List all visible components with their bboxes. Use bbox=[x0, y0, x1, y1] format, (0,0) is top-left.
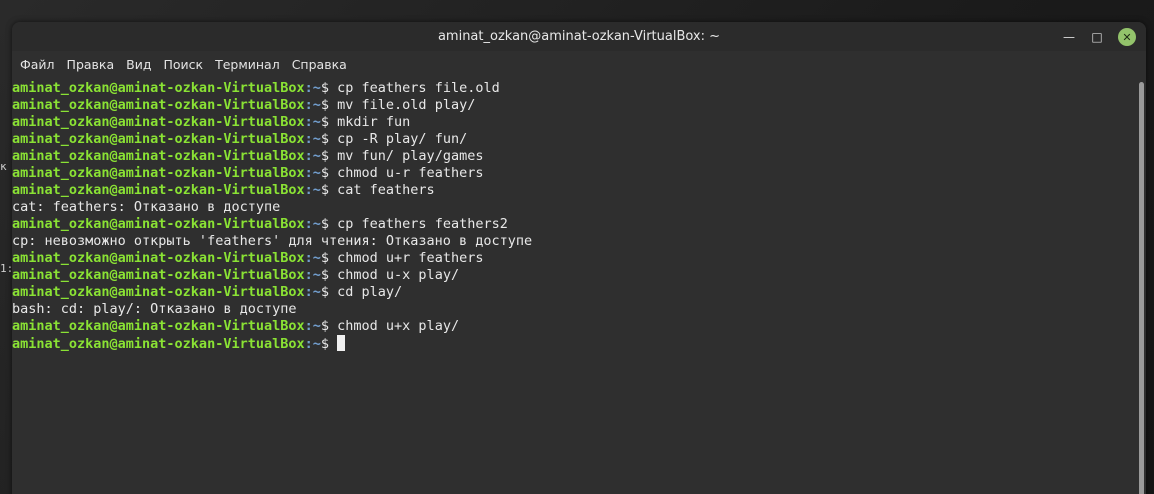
terminal-window: aminat_ozkan@aminat-ozkan-VirtualBox: ~ … bbox=[12, 22, 1146, 494]
window-controls: — □ ✕ bbox=[1058, 26, 1136, 48]
menu-help[interactable]: Справка bbox=[286, 54, 353, 75]
minimize-button[interactable]: — bbox=[1058, 26, 1080, 48]
desktop-background: к 1: aminat_ozkan@aminat-ozkan-VirtualBo… bbox=[0, 0, 1154, 494]
desktop-edge-text: к bbox=[0, 160, 7, 173]
maximize-icon: □ bbox=[1091, 30, 1103, 44]
menu-terminal[interactable]: Терминал bbox=[209, 54, 286, 75]
window-title: aminat_ozkan@aminat-ozkan-VirtualBox: ~ bbox=[437, 29, 721, 44]
close-button[interactable]: ✕ bbox=[1118, 28, 1136, 46]
menu-bar: Файл Правка Вид Поиск Терминал Справка bbox=[12, 51, 1146, 77]
maximize-button[interactable]: □ bbox=[1086, 26, 1108, 48]
menu-file[interactable]: Файл bbox=[14, 54, 61, 75]
title-bar[interactable]: aminat_ozkan@aminat-ozkan-VirtualBox: ~ … bbox=[12, 22, 1146, 51]
minimize-icon: — bbox=[1063, 30, 1075, 44]
menu-view[interactable]: Вид bbox=[120, 54, 157, 75]
menu-edit[interactable]: Правка bbox=[61, 54, 121, 75]
close-icon: ✕ bbox=[1122, 30, 1132, 44]
menu-search[interactable]: Поиск bbox=[157, 54, 209, 75]
